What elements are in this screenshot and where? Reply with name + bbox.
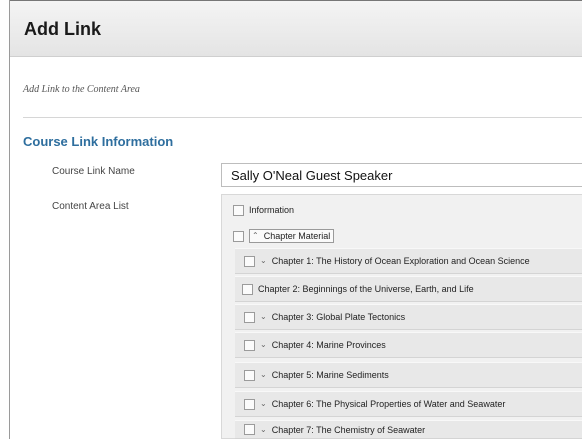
tree-item-chapter-6[interactable]: ⌄ Chapter 6: The Physical Properties of … (235, 391, 582, 417)
divider (23, 117, 582, 118)
chevron-up-icon[interactable]: ⌃ (252, 232, 259, 240)
chapter-checkbox[interactable] (244, 255, 255, 267)
tree-item-label: Chapter 4: Marine Provinces (271, 340, 386, 350)
chevron-down-icon[interactable]: ⌄ (260, 425, 267, 434)
content-area-list-label: Content Area List (52, 201, 129, 212)
chapter-checkbox[interactable] (244, 369, 255, 381)
section-title: Course Link Information (23, 134, 174, 149)
chapter-checkbox[interactable] (242, 283, 253, 295)
tree-item-chapter-4[interactable]: ⌄ Chapter 4: Marine Provinces (235, 332, 582, 358)
tree-item-chapter-3[interactable]: ⌄ Chapter 3: Global Plate Tectonics (235, 304, 582, 330)
page-header: Add Link (10, 1, 582, 57)
tree-item-chapter-2[interactable]: Chapter 2: Beginnings of the Universe, E… (235, 276, 582, 302)
chapter-material-folder[interactable]: ⌃ Chapter Material (249, 229, 335, 243)
tree-item-label: Information (249, 205, 295, 215)
tree-item-label: Chapter 2: Beginnings of the Universe, E… (258, 284, 474, 294)
page-title: Add Link (24, 19, 101, 39)
chevron-down-icon[interactable]: ⌄ (260, 341, 267, 349)
chevron-down-icon[interactable]: ⌄ (260, 257, 267, 265)
page-instructions: Add Link to the Content Area (23, 84, 140, 95)
information-checkbox[interactable] (233, 204, 244, 216)
chevron-down-icon[interactable]: ⌄ (260, 371, 267, 379)
tree-item-chapter-1[interactable]: ⌄ Chapter 1: The History of Ocean Explor… (235, 248, 582, 274)
tree-item-label: Chapter 3: Global Plate Tectonics (271, 312, 406, 322)
chevron-down-icon[interactable]: ⌄ (260, 400, 267, 408)
chevron-down-icon[interactable]: ⌄ (260, 313, 267, 321)
tree-item-chapter-7[interactable]: ⌄ Chapter 7: The Chemistry of Seawater (235, 420, 582, 439)
tree-item-chapter-material[interactable]: ⌃ Chapter Material (233, 226, 335, 246)
tree-item-label: Chapter 7: The Chemistry of Seawater (271, 424, 426, 435)
chapter-checkbox[interactable] (244, 311, 255, 323)
chapter-material-checkbox[interactable] (233, 230, 244, 242)
chapter-checkbox[interactable] (244, 398, 255, 410)
tree-item-label: Chapter Material (263, 231, 331, 241)
course-link-name-input[interactable]: Sally O'Neal Guest Speaker (221, 163, 582, 187)
chapter-checkbox[interactable] (244, 424, 255, 435)
frame-left-border (9, 0, 10, 439)
chapter-checkbox[interactable] (244, 339, 255, 351)
tree-item-label: Chapter 5: Marine Sediments (271, 370, 389, 380)
tree-item-information[interactable]: Information (233, 200, 294, 220)
tree-item-chapter-5[interactable]: ⌄ Chapter 5: Marine Sediments (235, 362, 582, 388)
tree-item-label: Chapter 6: The Physical Properties of Wa… (271, 399, 506, 409)
course-link-name-label: Course Link Name (52, 166, 135, 177)
tree-item-label: Chapter 1: The History of Ocean Explorat… (271, 256, 530, 266)
